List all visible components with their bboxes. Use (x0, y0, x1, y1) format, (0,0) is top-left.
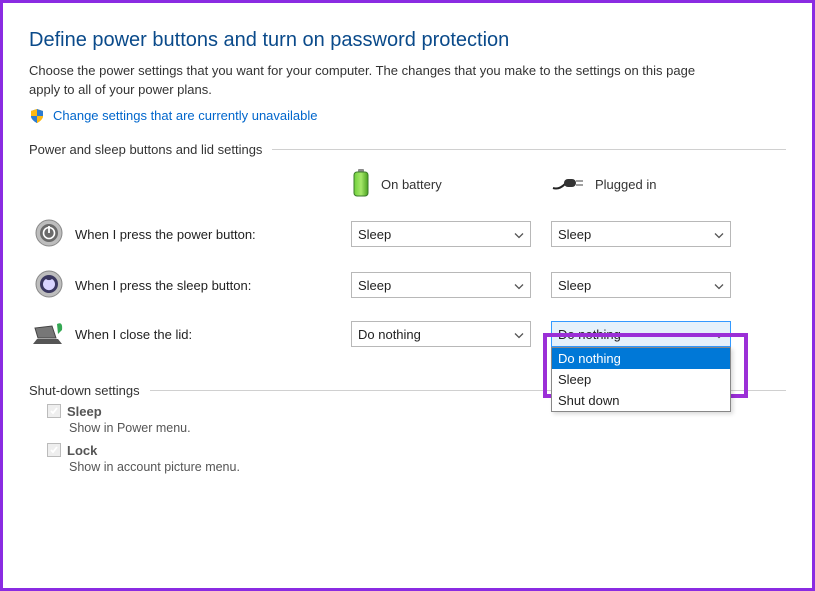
sleep-checkbox[interactable] (47, 404, 61, 418)
power-battery-value: Sleep (358, 227, 391, 242)
power-plugged-value: Sleep (558, 227, 591, 242)
lock-checkbox[interactable] (47, 443, 61, 457)
change-settings-link[interactable]: Change settings that are currently unava… (53, 108, 318, 123)
sleep-button-icon (34, 269, 64, 302)
plug-icon (551, 174, 585, 195)
power-button-icon (34, 218, 64, 251)
lock-checkbox-label: Lock (67, 443, 97, 458)
chevron-down-icon (714, 278, 724, 293)
dropdown-option-shut-down[interactable]: Shut down (552, 390, 730, 411)
chevron-down-icon (514, 227, 524, 242)
chevron-down-icon (714, 227, 724, 242)
lid-plugged-select[interactable]: Do nothing (551, 321, 731, 347)
power-battery-select[interactable]: Sleep (351, 221, 531, 247)
sleep-button-label: When I press the sleep button: (69, 278, 351, 293)
dropdown-option-sleep[interactable]: Sleep (552, 369, 730, 390)
intro-text: Choose the power settings that you want … (29, 62, 729, 100)
lock-checkbox-desc: Show in account picture menu. (69, 460, 786, 474)
dropdown-option-do-nothing[interactable]: Do nothing (552, 348, 730, 369)
lid-label: When I close the lid: (69, 327, 351, 342)
plugged-in-label: Plugged in (595, 177, 656, 192)
divider (272, 149, 786, 150)
lid-plugged-value: Do nothing (558, 327, 621, 342)
page-title: Define power buttons and turn on passwor… (29, 29, 786, 52)
chevron-down-icon (514, 327, 524, 342)
sleep-battery-select[interactable]: Sleep (351, 272, 531, 298)
chevron-down-icon (514, 278, 524, 293)
sleep-checkbox-label: Sleep (67, 404, 102, 419)
lid-battery-select[interactable]: Do nothing (351, 321, 531, 347)
lid-icon (32, 320, 66, 349)
on-battery-label: On battery (381, 177, 442, 192)
sleep-checkbox-desc: Show in Power menu. (69, 421, 786, 435)
sleep-plugged-value: Sleep (558, 278, 591, 293)
sleep-battery-value: Sleep (358, 278, 391, 293)
lid-plugged-dropdown[interactable]: Do nothing Sleep Shut down (551, 347, 731, 412)
sleep-plugged-select[interactable]: Sleep (551, 272, 731, 298)
lid-battery-value: Do nothing (358, 327, 421, 342)
section-power-sleep-header: Power and sleep buttons and lid settings (29, 142, 262, 157)
chevron-down-icon (714, 327, 724, 342)
power-plugged-select[interactable]: Sleep (551, 221, 731, 247)
shield-icon (29, 108, 45, 124)
power-button-label: When I press the power button: (69, 227, 351, 242)
battery-icon (351, 169, 371, 200)
section-shutdown-header: Shut-down settings (29, 383, 140, 398)
